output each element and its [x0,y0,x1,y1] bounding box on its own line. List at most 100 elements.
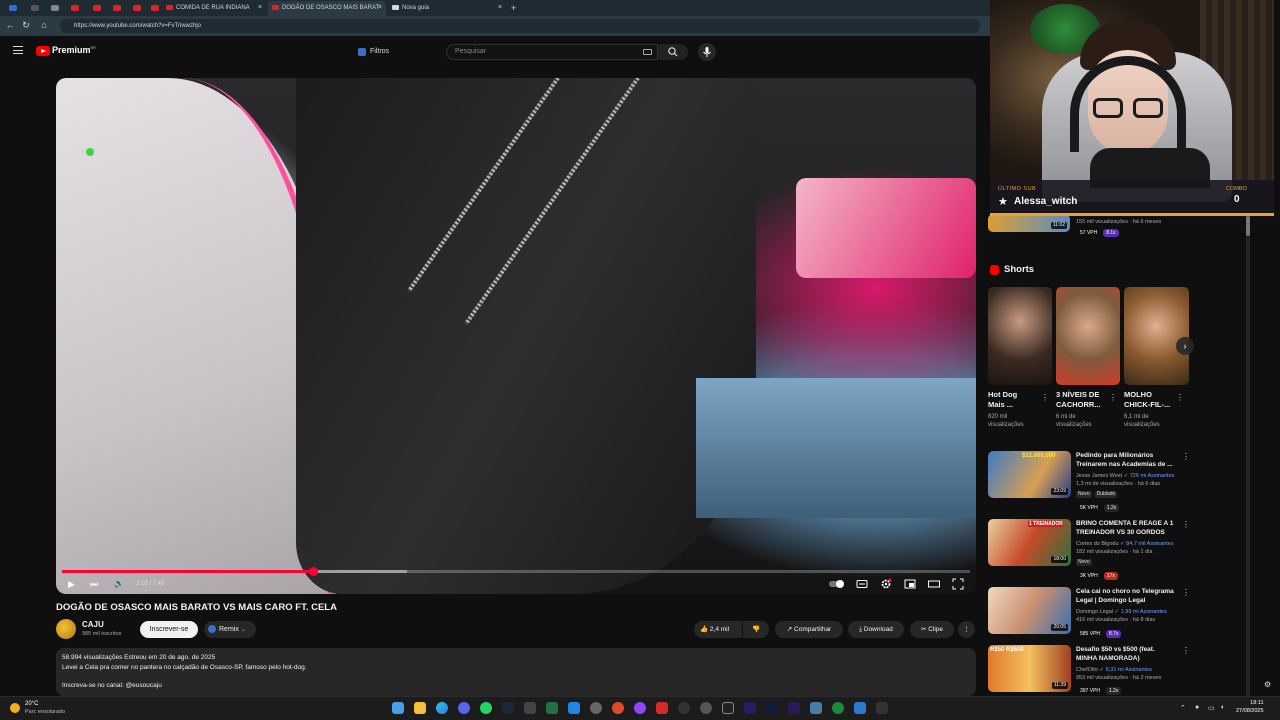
app-icon[interactable] [678,702,690,714]
tray-chevron-icon[interactable]: ⌃ [1180,704,1186,712]
app-icon[interactable] [854,702,866,714]
video-title-link[interactable]: Desafio $50 vs $500 (feat. MINHA NAMORADA… [1076,645,1155,663]
menu-icon[interactable] [13,46,23,54]
steam-icon[interactable] [502,702,514,714]
youtube-logo-icon[interactable] [36,46,50,56]
video-thumbnail[interactable]: $12,000,000 23:09 [988,451,1071,498]
close-tab-icon[interactable]: × [378,1,382,15]
share-button[interactable]: ↗ Compartilhar [775,621,843,638]
photos-icon[interactable] [568,702,580,714]
shorts-next-icon[interactable]: › [1176,337,1194,355]
pinned-tab[interactable] [108,2,126,14]
whatsapp-icon[interactable] [480,702,492,714]
tab-comida-de-rua[interactable]: COMIDA DE RUA INDIANA × [162,1,266,16]
back-arrow-icon[interactable]: ← [4,19,16,31]
tab-nova-guia[interactable]: Nova guia × [388,1,506,16]
reload-icon[interactable]: ↻ [20,19,32,31]
close-tab-icon[interactable]: × [498,1,502,15]
volume-icon[interactable]: 🔊 [114,578,124,590]
app-icon[interactable] [832,702,844,714]
autoplay-toggle-icon[interactable] [828,578,846,590]
home-icon[interactable]: ⌂ [38,19,50,31]
download-button[interactable]: ⤓ Download [848,621,904,638]
video-thumbnail[interactable]: 11:02 [988,214,1070,232]
channel-name[interactable]: CAJU [82,620,104,629]
pinned-tab[interactable] [88,2,106,14]
short-menu-icon[interactable]: ⋮ [1176,393,1184,403]
channel-avatar[interactable] [56,619,76,639]
app-icon[interactable] [810,702,822,714]
calculator-icon[interactable] [524,702,536,714]
like-button[interactable]: 👍 2,4 mil [694,621,742,638]
next-video-icon[interactable]: ⏭ [90,578,98,590]
taskbar-clock[interactable]: 18:11 27/08/2025 [1236,699,1264,715]
pinned-tab[interactable] [66,2,84,14]
theater-mode-icon[interactable] [928,578,940,590]
url-field[interactable]: https://www.youtube.com/watch?v=FvTriwwz… [60,19,980,33]
tray-mic-icon[interactable]: ● [1195,704,1199,711]
video-player[interactable]: ▶ ⏭ 🔊 2:10 / 7:49 [56,78,976,594]
video-thumbnail[interactable]: 20:05 [988,587,1071,634]
start-menu-icon[interactable] [392,702,404,714]
weather-temperature[interactable]: 20°C [25,701,38,707]
short-title[interactable]: MOLHO CHICK-FIL-... [1124,390,1170,409]
subtitles-icon[interactable] [856,578,868,590]
fullscreen-icon[interactable] [952,578,964,590]
media-encoder-icon[interactable] [788,702,800,714]
more-actions-icon[interactable]: ⋮ [958,621,975,638]
pinned-tab[interactable] [128,2,146,14]
scrubber-handle[interactable] [309,567,319,576]
settings-gear-icon[interactable] [880,578,892,590]
youtube-premium-logo[interactable]: PremiumBR [52,45,96,55]
description-box[interactable]: 58.994 visualizações Estreou em 20 de ag… [56,648,976,696]
obs-icon[interactable] [590,702,602,714]
video-title-link[interactable]: Cela cai no choro no Telegrama Legal | Do… [1076,587,1174,605]
video-title-link[interactable]: BRINO COMENTA E REAGE A 1 TREINADOR VS 30… [1076,519,1173,537]
subscribe-button[interactable]: Inscrever-se [140,621,198,638]
settings-gear-icon[interactable]: ⚙ [1264,680,1271,689]
short-menu-icon[interactable]: ⋮ [1041,393,1049,403]
pdf-icon[interactable] [656,702,668,714]
discord-icon[interactable] [458,702,470,714]
sidebar-scrollbar[interactable] [1246,216,1250,696]
pinned-tab[interactable] [26,2,44,14]
pinned-tab[interactable] [46,2,64,14]
short-thumbnail[interactable] [988,287,1052,385]
video-title-link[interactable]: Pedindo para Milionários Treinarem nas Ac… [1076,451,1173,469]
video-thumbnail[interactable]: R$50 R$500 11:39 [988,645,1071,692]
clip-button[interactable]: ✂ Clipe [910,621,954,638]
miniplayer-icon[interactable] [904,578,916,590]
short-title[interactable]: Hot Dog Mais ... [988,390,1017,409]
new-tab-button[interactable]: + [508,1,522,16]
short-menu-icon[interactable]: ⋮ [1109,393,1117,403]
weather-sun-icon[interactable] [10,703,20,713]
play-icon[interactable]: ▶ [68,578,75,590]
tray-volume-icon[interactable]: ◖ [1220,704,1224,711]
pinned-tab[interactable] [4,2,22,14]
remix-button[interactable]: Remix ⌄ [204,621,256,638]
premiere-icon[interactable] [744,702,756,714]
file-explorer-icon[interactable] [414,702,426,714]
dislike-button[interactable]: 👎 [743,621,769,638]
filters-button[interactable]: Filtros [356,45,389,59]
short-thumbnail[interactable] [1124,287,1189,385]
edge-browser-icon[interactable] [436,702,448,714]
terminal-icon[interactable] [876,702,888,714]
video-thumbnail[interactable]: 1 TREINADOR 18:00 [988,519,1071,566]
short-title[interactable]: 3 NÍVEIS DE CACHORR... [1056,390,1101,409]
excel-icon[interactable] [546,702,558,714]
video-menu-icon[interactable]: ⋮ [1182,646,1190,656]
chatgpt-icon[interactable] [700,702,712,714]
video-menu-icon[interactable]: ⋮ [1182,452,1190,462]
app-icon[interactable] [612,702,624,714]
short-thumbnail[interactable] [1056,287,1120,385]
search-button[interactable] [658,44,688,60]
video-progress-bar[interactable] [62,567,970,576]
tab-dogao-active[interactable]: DOGÃO DE OSASCO MAIS BARAT × [268,1,386,16]
close-tab-icon[interactable]: × [258,1,262,15]
weather-description[interactable]: Parc ensolarado [25,709,65,715]
search-input[interactable]: Pesquisar [446,44,658,60]
keyboard-icon[interactable] [643,49,652,55]
microphone-icon[interactable] [698,43,716,61]
twitch-icon[interactable] [634,702,646,714]
